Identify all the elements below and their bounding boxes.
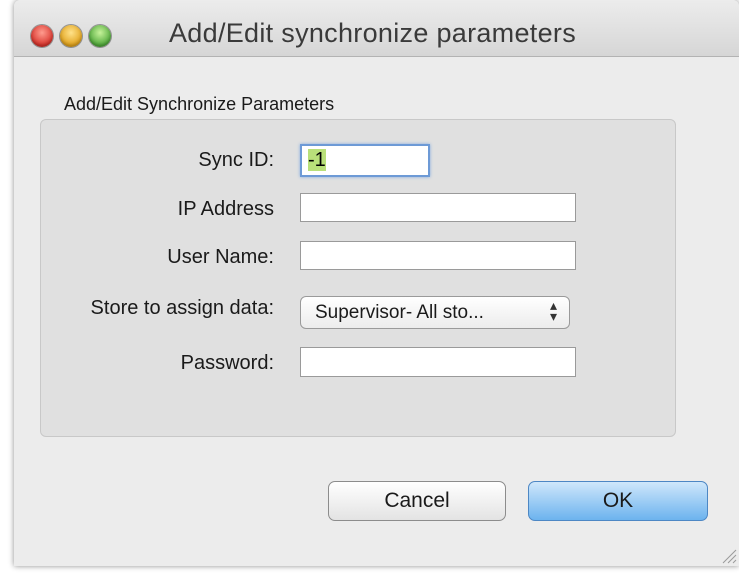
cancel-button[interactable]: Cancel [328,481,506,521]
title-bar[interactable]: Add/Edit synchronize parameters [14,0,739,57]
zoom-icon[interactable] [89,25,111,47]
password-field[interactable] [300,347,576,377]
ok-button[interactable]: OK [528,481,708,521]
password-label: Password: [180,352,274,374]
store-label: Store to assign data: [90,297,274,319]
sync-id-field[interactable]: -1 [300,144,430,177]
user-name-label: User Name: [167,246,274,268]
window-title: Add/Edit synchronize parameters [169,18,576,48]
resize-grip-icon[interactable] [719,546,737,564]
ip-address-field[interactable] [300,193,576,222]
dialog-window: Add/Edit synchronize parameters Add/Edit… [14,0,739,566]
ip-address-label: IP Address [177,198,274,220]
sync-id-label: Sync ID: [198,149,274,171]
store-popup-button[interactable]: Supervisor- All sto... ▴ ▾ [300,296,570,329]
up-down-arrows-icon: ▴ ▾ [549,297,557,324]
store-popup-value: Supervisor- All sto... [315,302,484,323]
minimize-icon[interactable] [60,25,82,47]
group-title: Add/Edit Synchronize Parameters [64,94,335,114]
user-name-field[interactable] [300,241,576,270]
dialog-content: Add/Edit Synchronize Parameters Sync ID:… [14,57,739,566]
sync-id-value: -1 [308,149,326,171]
close-icon[interactable] [31,25,53,47]
